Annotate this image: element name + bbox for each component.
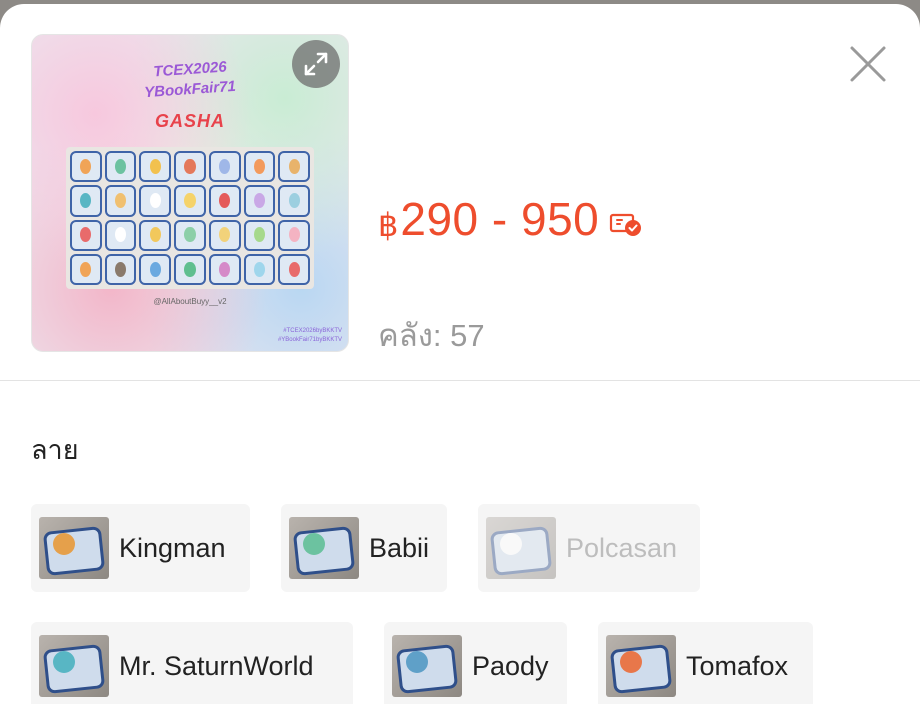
stock-count: คลัง: 57 — [378, 318, 485, 353]
option-polcasan: Polcasan — [478, 504, 700, 592]
expand-icon — [304, 52, 328, 76]
expand-image-button[interactable] — [292, 40, 340, 88]
product-variation-sheet: TCEX2026 YBookFair71 GASHA @AllAboutBuyy… — [0, 4, 920, 704]
variation-label: ลาย — [31, 435, 79, 465]
close-icon — [850, 46, 886, 82]
option-thumbnail — [39, 517, 109, 579]
option-paody[interactable]: Paody — [384, 622, 567, 704]
currency-symbol: ฿ — [378, 207, 399, 243]
option-label: Tomafox — [686, 650, 789, 681]
close-button[interactable] — [844, 40, 892, 88]
price-row: ฿ 290 - 950 — [378, 192, 643, 246]
option-thumbnail — [392, 635, 462, 697]
image-tag: #TCEX2026byBKKTV — [283, 328, 342, 334]
option-label: Kingman — [119, 532, 226, 563]
option-thumbnail — [289, 517, 359, 579]
voucher-check-icon — [610, 213, 642, 236]
option-label: Paody — [472, 650, 549, 681]
option-tomafox[interactable]: Tomafox — [598, 622, 813, 704]
option-thumbnail — [486, 517, 556, 579]
option-label: Mr. SaturnWorld — [119, 650, 314, 681]
option-mr-saturnworld[interactable]: Mr. SaturnWorld — [31, 622, 353, 704]
option-thumbnail — [39, 635, 109, 697]
image-handle: @AllAboutBuyy__v2 — [153, 297, 227, 306]
image-tag: #YBookFair71byBKKTV — [277, 337, 342, 343]
option-label: Babii — [369, 532, 430, 563]
option-kingman[interactable]: Kingman — [31, 504, 250, 592]
image-sticker-grid — [66, 147, 314, 289]
divider — [0, 380, 920, 381]
image-subtitle: GASHA — [154, 111, 225, 131]
option-label: Polcasan — [566, 532, 678, 563]
image-tags: #TCEX2026byBKKTV #YBookFair71byBKKTV — [278, 327, 342, 345]
price-range: 290 - 950 — [400, 193, 600, 245]
option-thumbnail — [606, 635, 676, 697]
option-babii[interactable]: Babii — [281, 504, 447, 592]
